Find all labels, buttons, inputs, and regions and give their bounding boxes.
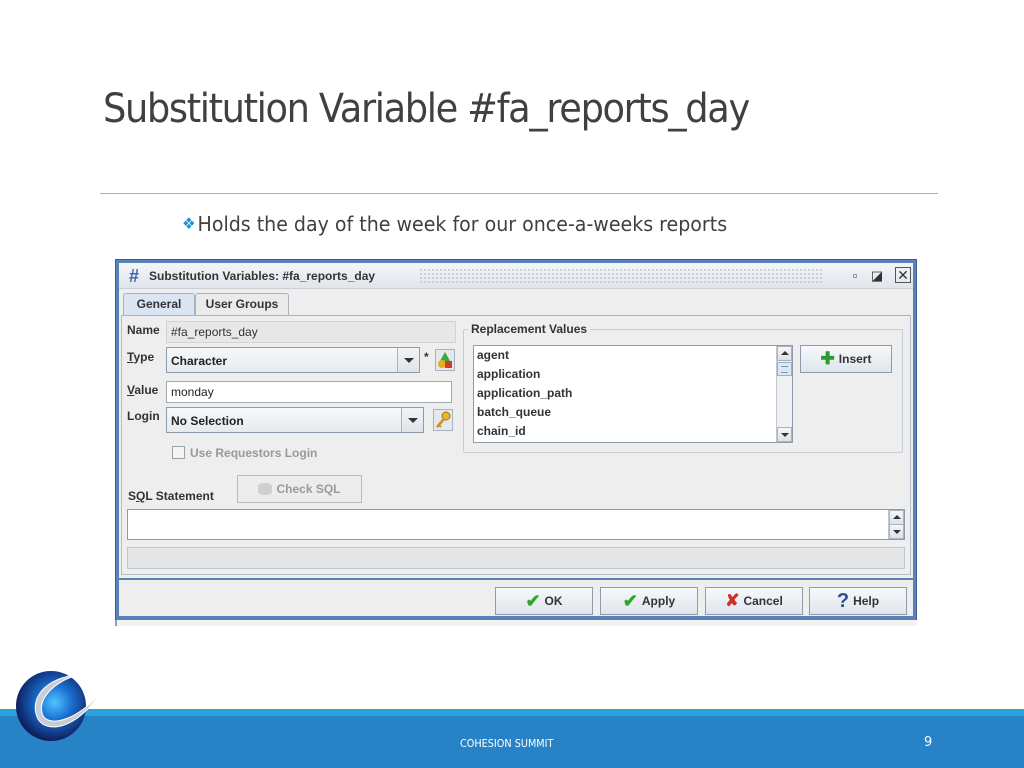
check-icon: ✔ [525, 590, 541, 611]
login-value: No Selection [171, 414, 244, 428]
scroll-up-icon[interactable] [889, 510, 904, 525]
apply-button[interactable]: ✔ Apply [600, 587, 698, 615]
footer-accent-bar [0, 709, 1024, 716]
check-icon: ✔ [622, 590, 638, 611]
chevron-down-icon[interactable] [397, 348, 419, 372]
general-panel: Name #fa_reports_day Type Character * Va… [121, 315, 911, 575]
list-item[interactable]: agent [474, 346, 792, 365]
value-input[interactable]: monday [166, 381, 452, 403]
background-window-strip [115, 620, 917, 626]
status-bar [127, 547, 905, 569]
database-icon [258, 483, 273, 495]
scroll-up-icon[interactable] [777, 346, 792, 361]
scroll-thumb[interactable] [777, 362, 792, 376]
scroll-down-icon[interactable] [889, 524, 904, 539]
type-combobox[interactable]: Character [166, 347, 420, 373]
maximize-icon[interactable]: ◪ [868, 267, 886, 285]
cohesion-logo-icon [16, 671, 103, 741]
login-label: Login [127, 409, 160, 423]
list-item[interactable]: application [474, 365, 792, 384]
replacement-values-list[interactable]: agent application application_path batch… [473, 345, 793, 443]
hash-app-icon: # [128, 266, 139, 286]
slide-title: Substitution Variable #fa_reports_day [103, 86, 750, 132]
check-sql-button[interactable]: Check SQL [237, 475, 362, 503]
footer-text: COHESION SUMMIT [460, 737, 554, 750]
tab-general[interactable]: General [123, 293, 195, 315]
name-field: #fa_reports_day [166, 321, 456, 343]
login-combobox[interactable]: No Selection [166, 407, 424, 433]
use-requestors-login-checkbox[interactable] [172, 446, 185, 459]
sql-scrollbar[interactable] [888, 510, 904, 539]
replacement-values-title: Replacement Values [468, 322, 591, 336]
list-item[interactable]: batch_queue [474, 403, 792, 422]
diamond-bullet-icon: ❖ [182, 214, 196, 233]
replacement-values-group: Replacement Values agent application app… [463, 322, 903, 453]
tab-user-groups[interactable]: User Groups [195, 293, 289, 315]
sql-statement-label: SQL Statement [128, 489, 214, 503]
shapes-type-icon[interactable] [435, 349, 455, 371]
cancel-button[interactable]: ✘ Cancel [705, 587, 803, 615]
type-value: Character [171, 354, 228, 368]
help-button[interactable]: ? Help [809, 587, 907, 615]
button-bar-divider [119, 578, 913, 580]
sql-statement-textarea[interactable] [127, 509, 905, 540]
title-divider [100, 193, 938, 194]
list-scrollbar[interactable] [776, 346, 792, 442]
insert-plus-icon: ✚ [820, 349, 835, 368]
bullet-point: ❖Holds the day of the week for our once-… [182, 212, 727, 236]
ok-button[interactable]: ✔ OK [495, 587, 593, 615]
page-number: 9 [924, 735, 933, 750]
titlebar-texture [419, 268, 823, 283]
close-icon[interactable]: ✕ [895, 267, 911, 283]
scroll-down-icon[interactable] [777, 427, 792, 442]
list-item[interactable]: application_path [474, 384, 792, 403]
bullet-text: Holds the day of the week for our once-a… [197, 212, 728, 236]
type-label: Type [127, 350, 155, 364]
chevron-down-icon[interactable] [401, 408, 423, 432]
minimize-icon[interactable]: ▫ [846, 267, 864, 285]
list-item[interactable]: chain_id [474, 422, 792, 441]
key-icon[interactable] [433, 409, 453, 431]
required-marker: * [424, 350, 429, 364]
name-label: Name [127, 323, 160, 337]
dialog-title: Substitution Variables: #fa_reports_day [149, 269, 376, 283]
substitution-variables-dialog: # Substitution Variables: #fa_reports_da… [115, 259, 917, 623]
insert-button[interactable]: ✚ Insert [800, 345, 892, 373]
dialog-titlebar[interactable]: # Substitution Variables: #fa_reports_da… [119, 263, 913, 289]
value-label: Value [127, 383, 159, 397]
question-icon: ? [836, 589, 850, 612]
x-icon: ✘ [725, 591, 740, 610]
use-requestors-login-label: Use Requestors Login [190, 446, 318, 460]
